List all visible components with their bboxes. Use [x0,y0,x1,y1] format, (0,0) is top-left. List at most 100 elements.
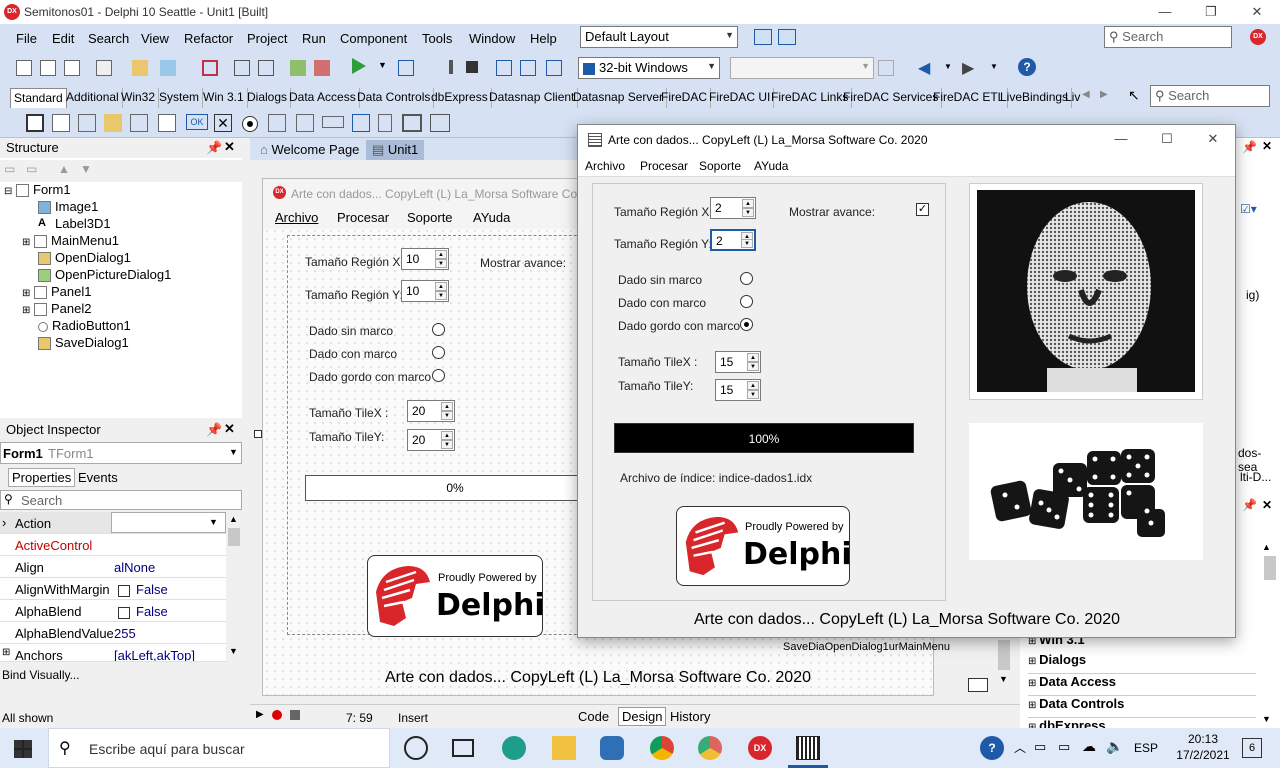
menu-edit[interactable]: Edit [52,31,74,46]
design-tile-y-spin[interactable]: 20 ▲ ▼ [407,429,455,451]
tbutton-icon[interactable]: OK [186,114,208,130]
menu-tools[interactable]: Tools [422,31,452,46]
palette-tab-system[interactable]: System [156,88,204,108]
open-folder-icon[interactable] [132,60,148,76]
pin-icon[interactable]: 📌 [206,140,222,156]
palette-tab-datasnap-server[interactable]: Datasnap Server [570,88,668,108]
tree-item-panel1[interactable]: ⊞ Panel1 [22,284,92,300]
clock[interactable]: 20:13 17/2/2021 [1170,731,1236,763]
tcheckbox-icon[interactable]: ✕ [214,114,232,132]
spin-down-icon[interactable]: ▼ [742,208,754,217]
tgroupbox-icon[interactable] [352,114,370,132]
windows-start-icon[interactable] [14,740,32,758]
tree-item-opendialog1[interactable]: OpenDialog1 [38,250,131,266]
nv-mainmenu[interactable]: urMainMenu [889,641,950,653]
restore-button[interactable]: ❐ [1188,0,1234,24]
step-over-icon[interactable] [496,60,512,76]
run-dropdown-icon[interactable]: ▼ [378,60,387,70]
tab-unit1[interactable]: ▤ Unit1 [366,140,425,160]
trace-into-icon[interactable] [520,60,536,76]
run-icon[interactable] [352,58,366,74]
new-form-icon[interactable] [64,60,80,76]
tradiogroup-icon[interactable] [378,114,392,132]
radio-con-marco[interactable] [740,295,753,308]
nv-savedialog[interactable]: SaveDia [783,641,825,653]
scroll-down-icon[interactable]: ▼ [1262,714,1271,724]
tree-item-image1[interactable]: Image1 [38,199,98,215]
tree-item-form1[interactable]: ⊟ Form1 [4,182,71,198]
tframes-icon[interactable] [26,114,44,132]
prop-row-alphablendvalue[interactable]: AlphaBlendValue 255 [0,622,226,644]
prop-row-action[interactable]: › Action ▼ [0,512,226,534]
spin-up-icon[interactable]: ▲ [441,402,453,411]
menu-soporte[interactable]: Soporte [699,159,741,173]
run-to-cursor-icon[interactable] [546,60,562,76]
tab-events[interactable]: Events [78,470,118,485]
network-icon[interactable]: ▭ [1058,739,1070,755]
taskbar-search[interactable]: ⚲ Escribe aquí para buscar [48,728,390,768]
prop-row-alignwithmargins[interactable]: AlignWithMargin False [0,578,226,600]
menu-refactor[interactable]: Refactor [184,31,233,46]
chrome-profile-icon[interactable] [698,736,722,760]
pin-icon[interactable]: 📌 [1242,140,1257,154]
print-icon[interactable] [258,60,274,76]
tree-item-savedialog1[interactable]: SaveDialog1 [38,335,129,351]
tlistbox-icon[interactable] [268,114,286,132]
palette-cat-data-access[interactable]: ⊞ Data Access [1028,674,1256,696]
design-menu-procesar[interactable]: Procesar [337,210,389,225]
menu-window[interactable]: Window [469,31,515,46]
spin-down-icon[interactable]: ▼ [441,411,453,420]
new-file-icon[interactable] [16,60,32,76]
design-radio-con-marco[interactable] [432,346,445,359]
menu-ayuda[interactable]: AYuda [754,159,788,173]
folder-open-icon[interactable]: ▭ [26,162,37,176]
save-layout-icon[interactable] [754,29,772,45]
app-taskbar-icon[interactable] [796,736,820,760]
spin-up-icon[interactable]: ▲ [747,381,759,390]
palette-tab-firedac-ui[interactable]: FireDAC UI [706,88,775,108]
spin-down-icon[interactable]: ▼ [435,291,447,300]
palette-tab-livebindings[interactable]: LiveBindings [997,88,1073,108]
pin-icon[interactable]: 📌 [206,422,222,438]
tedit-icon[interactable] [130,114,148,132]
close-icon[interactable]: ✕ [224,421,235,437]
palette-scroll-right-icon[interactable]: ▶ [1100,89,1108,100]
menu-procesar[interactable]: Procesar [640,159,688,173]
stop-macro-icon[interactable] [290,710,300,720]
close-button[interactable]: ✕ [1190,127,1236,151]
palette-tab-datasnap-client[interactable]: Datasnap Client [486,88,579,108]
nv-opendialog[interactable]: OpenDialog [825,641,883,653]
maximize-button[interactable]: ☐ [1144,127,1190,151]
tradiobutton-icon[interactable] [242,116,258,132]
scroll-down-icon[interactable]: ▼ [999,674,1008,684]
design-menu-soporte[interactable]: Soporte [407,210,453,225]
design-menu-ayuda[interactable]: AYuda [473,210,510,225]
expand-icon[interactable]: ⊞ [2,647,10,658]
palette-tab-dialogs[interactable]: Dialogs [244,88,292,108]
region-x-spin[interactable]: 2 ▲ ▼ [710,197,756,219]
tab-code[interactable]: Code [578,709,609,724]
folder-icon[interactable]: ▭ [4,162,15,176]
edge-icon[interactable] [502,736,526,760]
onedrive-icon[interactable]: ☁ [1082,738,1096,755]
arrow-down-icon[interactable]: ▼ [80,162,92,176]
save-all-icon[interactable] [234,60,250,76]
language-indicator[interactable]: ESP [1134,741,1158,755]
palette-tab-additional[interactable]: Additional [63,88,123,108]
settings-icon[interactable]: ☑▾ [1240,202,1257,216]
back-dropdown-icon[interactable]: ▼ [944,62,952,71]
palette-cat-data-controls[interactable]: ⊞ Data Controls [1028,696,1256,718]
config-combo[interactable]: ▼ [730,57,874,79]
arrow-up-icon[interactable]: ▲ [58,162,70,176]
region-y-spin[interactable]: 2 ▲ ▼ [710,229,756,251]
scroll-thumb[interactable] [998,640,1010,670]
tree-item-panel2[interactable]: ⊞ Panel2 [22,301,92,317]
design-radio-sin-marco[interactable] [432,323,445,336]
spin-up-icon[interactable]: ▲ [742,199,754,208]
palette-tab-firedac[interactable]: FireDAC [658,88,712,108]
chrome-icon[interactable] [650,736,674,760]
palette-tab-data-access[interactable]: Data Access [286,88,360,108]
tlabel-icon[interactable] [104,114,122,132]
pin-icon[interactable]: 📌 [1242,498,1257,512]
spin-up-icon[interactable]: ▲ [441,431,453,440]
